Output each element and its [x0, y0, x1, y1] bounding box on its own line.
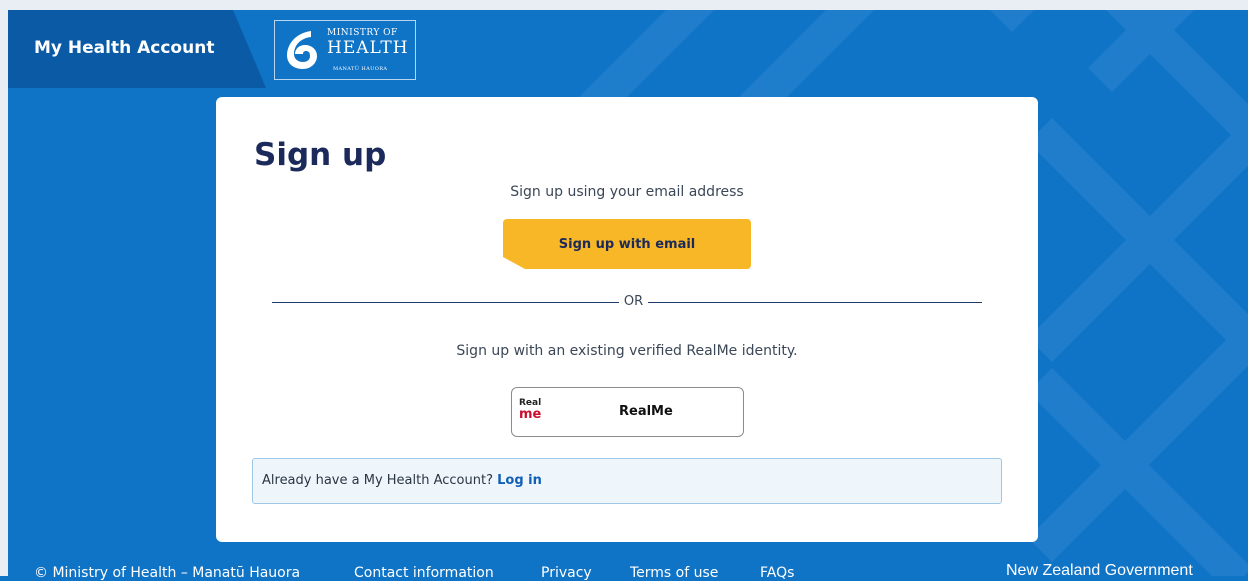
realme-prompt: Sign up with an existing verified RealMe… — [456, 343, 798, 359]
realme-button-label: RealMe — [619, 404, 673, 419]
signup-card: Sign up Sign up using your email address… — [216, 97, 1038, 542]
top-strip — [0, 0, 1248, 10]
realme-logo-bottom: me — [519, 407, 542, 422]
nz-government-logo[interactable]: New Zealand Government — [1006, 562, 1193, 580]
footer-link-faqs[interactable]: FAQs — [760, 565, 794, 581]
koru-icon — [287, 31, 317, 69]
realme-logo-icon: Real me — [519, 398, 545, 426]
ministry-of-health-logo[interactable]: MINISTRY OF HEALTH MANATŪ HAUORA — [274, 20, 416, 80]
email-prompt: Sign up using your email address — [510, 184, 744, 200]
logo-line-3: MANATŪ HAUORA — [333, 66, 388, 72]
realme-button[interactable]: Real me RealMe — [511, 387, 744, 437]
page-title: Sign up — [254, 137, 387, 173]
logo-line-1: MINISTRY OF — [327, 28, 398, 38]
login-notice-text: Already have a My Health Account? Log in — [262, 473, 542, 488]
logo-line-2: HEALTH — [327, 38, 409, 58]
divider-left — [272, 302, 619, 303]
sign-up-with-email-button[interactable]: Sign up with email — [503, 219, 751, 269]
log-in-link[interactable]: Log in — [497, 473, 542, 488]
footer-link-terms[interactable]: Terms of use — [630, 565, 718, 581]
left-strip — [0, 0, 8, 576]
app-title[interactable]: My Health Account — [34, 38, 214, 58]
login-notice: Already have a My Health Account? Log in — [252, 458, 1002, 504]
footer-copyright: © Ministry of Health – Manatū Hauora — [34, 565, 301, 581]
login-prompt: Already have a My Health Account? — [262, 473, 493, 488]
footer-link-contact[interactable]: Contact information — [354, 565, 494, 581]
divider-or-text: OR — [623, 294, 644, 309]
footer-link-privacy[interactable]: Privacy — [541, 565, 592, 581]
divider-right — [648, 302, 982, 303]
